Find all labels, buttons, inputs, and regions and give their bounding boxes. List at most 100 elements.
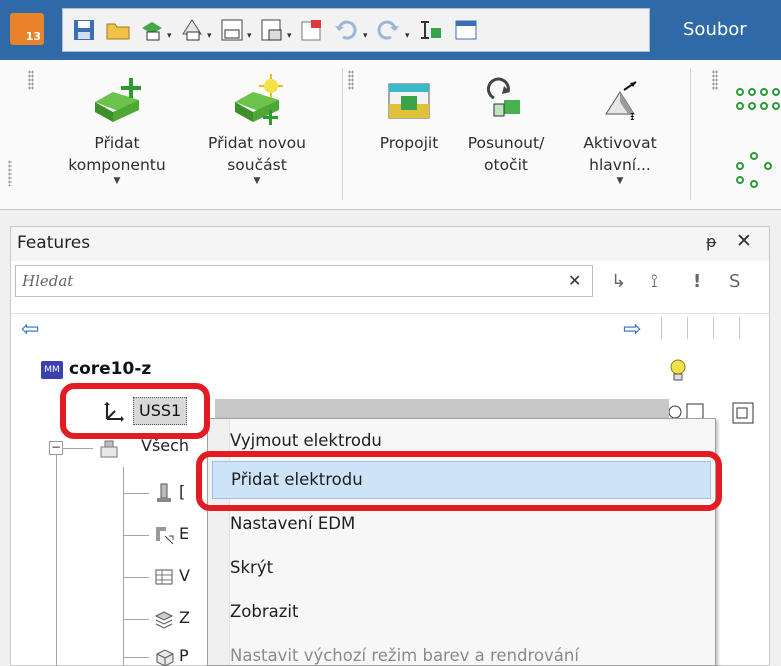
edm-icon <box>156 527 174 545</box>
filter-dependencies-icon[interactable]: ↳ <box>611 271 626 292</box>
move-rotate-label-2: otočit <box>484 156 528 174</box>
chevron-down-icon[interactable]: ▼ <box>560 176 680 186</box>
app-icon[interactable]: 13 <box>10 13 44 45</box>
link-button[interactable]: Propojit <box>364 74 454 154</box>
quick-access-toolbar: ▾ ▾ ▾ ▾ ▾ ▾ <box>62 8 650 52</box>
add-component-button[interactable]: Přidat komponentu ▼ <box>42 74 192 186</box>
clear-search-icon[interactable]: ✕ <box>568 271 581 290</box>
activate-main-label-1: Aktivovat <box>583 134 657 152</box>
filter-chain-icon[interactable]: ⟟ <box>651 271 658 292</box>
annotation-highlight-add-electrode <box>196 451 722 511</box>
activate-main-icon: ᵻ <box>605 81 637 123</box>
search-row: ✕ ↳ ⟟ ! S <box>11 261 769 301</box>
menu-item-hide[interactable]: Skrýt <box>212 549 711 587</box>
tree-navigation: ⇦ ⇨ <box>11 313 769 343</box>
ribbon-group-grip[interactable] <box>28 70 34 90</box>
column-cell <box>739 317 757 339</box>
tree-line <box>56 455 57 666</box>
redo-dropdown-icon[interactable]: ▾ <box>405 31 410 41</box>
ribbon-side-grip[interactable] <box>8 160 12 186</box>
svg-text:ᵻ: ᵻ <box>630 109 634 123</box>
tree-item-label[interactable]: E <box>179 524 189 543</box>
column-cell <box>687 317 705 339</box>
part-dropdown-icon[interactable]: ▾ <box>207 31 212 41</box>
electrode-icon <box>157 483 171 502</box>
search-box: ✕ <box>15 265 593 297</box>
volume-icon <box>155 569 173 585</box>
chevron-down-icon[interactable]: ▼ <box>42 176 192 186</box>
link-icon <box>388 83 430 119</box>
annotation-highlight-uss1 <box>60 383 210 439</box>
app-version-badge: 13 <box>25 30 41 43</box>
assembly-icon: MM <box>41 361 63 379</box>
import-icon[interactable] <box>299 18 325 42</box>
search-input[interactable] <box>22 270 542 292</box>
tree-line <box>123 535 149 536</box>
assembly-dropdown-icon[interactable]: ▾ <box>167 31 172 41</box>
move-rotate-button[interactable]: Posunout/ otočit <box>458 74 554 176</box>
assembly-icon[interactable] <box>139 18 165 42</box>
part-icon <box>156 649 174 666</box>
lightbulb-icon[interactable] <box>669 358 687 384</box>
tree-line <box>123 657 149 658</box>
tree-item-label[interactable]: P <box>179 646 189 665</box>
menu-item-default-render-mode[interactable]: Nastavit výchozí režim barev a rendrován… <box>212 637 711 666</box>
add-new-part-label-2: součást <box>227 156 287 174</box>
undo-dropdown-icon[interactable]: ▾ <box>363 31 368 41</box>
circular-pattern-icon[interactable] <box>734 150 780 190</box>
add-new-part-icon <box>235 74 283 125</box>
sheet-dropdown-icon[interactable]: ▾ <box>287 31 292 41</box>
add-component-label-2: komponentu <box>68 156 166 174</box>
add-new-part-button[interactable]: Přidat novou součást ▼ <box>182 74 332 186</box>
collapse-toggle[interactable]: − <box>49 441 63 455</box>
pin-icon[interactable]: ᵽ <box>706 232 717 251</box>
ribbon-tab-file[interactable]: Soubor <box>683 19 747 40</box>
move-rotate-icon <box>486 77 520 117</box>
tree-line <box>123 619 149 620</box>
drawing-dropdown-icon[interactable]: ▾ <box>247 31 252 41</box>
ribbon-group-grip[interactable] <box>712 70 718 90</box>
forward-arrow-icon[interactable]: ⇨ <box>623 317 641 342</box>
undo-icon[interactable] <box>333 18 359 42</box>
add-component-icon <box>95 78 141 122</box>
open-icon[interactable] <box>105 18 131 42</box>
pattern-icon[interactable] <box>734 86 780 116</box>
link-label: Propojit <box>379 134 439 152</box>
add-new-part-label-1: Přidat novou <box>208 134 306 152</box>
tree-line <box>123 493 149 494</box>
tree-root-label: core10-z <box>69 359 152 379</box>
window-icon[interactable] <box>453 18 479 42</box>
panel-title: Features <box>17 233 91 253</box>
ribbon: Přidat komponentu ▼ Přidat novou součást… <box>0 60 781 210</box>
part-icon[interactable] <box>179 18 205 42</box>
panel-header: Features ᵽ ✕ <box>11 227 769 261</box>
close-icon[interactable]: ✕ <box>736 230 752 252</box>
tree-item-label[interactable]: V <box>179 566 190 585</box>
save-icon[interactable] <box>71 18 97 42</box>
menu-item-show[interactable]: Zobrazit <box>212 593 711 631</box>
ribbon-separator <box>690 68 691 200</box>
move-rotate-label-1: Posunout/ <box>467 134 545 152</box>
filter-errors-icon[interactable]: ! <box>693 271 701 292</box>
chevron-down-icon[interactable]: ▼ <box>182 176 332 186</box>
tree-item-label[interactable]: [ <box>179 482 185 501</box>
tree-item-label[interactable]: Z <box>179 608 190 627</box>
tree-line <box>123 577 149 578</box>
all-electrodes-icon <box>100 440 118 458</box>
drawing-icon[interactable] <box>219 18 245 42</box>
column-cell <box>713 317 731 339</box>
back-arrow-icon[interactable]: ⇦ <box>21 317 39 342</box>
add-component-label-1: Přidat <box>94 134 140 152</box>
activate-main-button[interactable]: ᵻ Aktivovat hlavní... ▼ <box>560 74 680 186</box>
ribbon-group-grip[interactable] <box>348 70 354 90</box>
sheet-icon[interactable] <box>259 18 285 42</box>
layer-icon <box>154 611 174 629</box>
ribbon-separator <box>342 68 343 200</box>
tree-line <box>123 467 124 666</box>
rebuild-icon[interactable] <box>417 18 443 42</box>
quick-access-bar: 13 ▾ ▾ ▾ ▾ ▾ ▾ Soubor <box>0 0 781 60</box>
filter-sketch-icon[interactable]: S <box>729 271 740 292</box>
column-cell <box>661 317 679 339</box>
redo-icon[interactable] <box>375 18 401 42</box>
tree-line <box>63 448 93 449</box>
